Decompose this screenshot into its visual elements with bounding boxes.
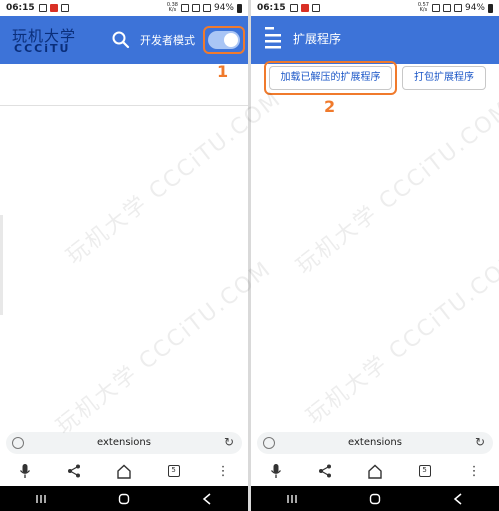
address-text[interactable]: extensions	[257, 437, 493, 448]
network-speed: 0.38 K/s	[166, 2, 178, 13]
more-options-icon[interactable]: ⋮	[211, 459, 235, 483]
status-time: 06:15	[6, 3, 35, 13]
battery-icon	[237, 3, 242, 13]
home-nav-icon[interactable]	[365, 489, 385, 509]
step-number-1: 1	[217, 62, 229, 81]
browser-toolbar: 5 ⋮	[251, 458, 499, 484]
battery-percent: 94%	[213, 3, 234, 13]
status-bar: 06:15 0.38 K/s 94%	[0, 0, 248, 16]
load-unpacked-button[interactable]: 加载已解压的扩展程序	[269, 66, 392, 90]
page-title: 扩展程序	[293, 32, 342, 46]
app-notification-icon	[49, 4, 58, 12]
more-options-icon[interactable]: ⋮	[462, 459, 486, 483]
system-nav-bar	[0, 486, 248, 511]
address-text[interactable]: extensions	[6, 437, 242, 448]
bluetooth-icon	[289, 4, 298, 12]
wifi-icon	[191, 4, 200, 12]
battery-icon	[488, 3, 493, 13]
address-bar[interactable]: extensions ↻	[6, 432, 242, 454]
tabs-button[interactable]: 5	[162, 459, 186, 483]
share-icon[interactable]	[313, 459, 337, 483]
left-screenshot: 06:15 0.38 K/s 94% 玩机大学 CCCiTU 开发者模式 1 e…	[0, 0, 248, 511]
share-icon[interactable]	[62, 459, 86, 483]
status-time: 06:15	[257, 3, 286, 13]
reload-icon[interactable]: ↻	[475, 435, 485, 449]
system-nav-bar	[251, 486, 499, 511]
alarm-icon	[431, 4, 440, 12]
home-icon[interactable]	[112, 459, 136, 483]
wifi-icon	[442, 4, 451, 12]
address-bar[interactable]: extensions ↻	[257, 432, 493, 454]
recents-icon[interactable]	[31, 489, 51, 509]
battery-percent: 94%	[464, 3, 485, 13]
site-logo: 玩机大学 CCCiTU	[12, 25, 92, 55]
recents-icon[interactable]	[282, 489, 302, 509]
pack-extension-button[interactable]: 打包扩展程序	[402, 66, 486, 90]
back-icon[interactable]	[197, 489, 217, 509]
microphone-icon[interactable]	[264, 459, 288, 483]
app-bar: 扩展程序	[251, 16, 499, 64]
hamburger-icon[interactable]	[263, 27, 287, 51]
signal-icon	[202, 4, 211, 12]
developer-mode-label: 开发者模式	[140, 34, 195, 47]
image-icon	[311, 4, 320, 12]
search-icon[interactable]	[110, 29, 132, 51]
right-screenshot: 06:15 0.57 K/s 94% 扩展程序 加载已解压的扩展程序 打包扩展程…	[251, 0, 499, 511]
step-number-2: 2	[324, 97, 336, 116]
toggle-knob	[224, 33, 238, 47]
signal-icon	[453, 4, 462, 12]
reload-icon[interactable]: ↻	[224, 435, 234, 449]
developer-mode-toggle[interactable]	[208, 31, 240, 49]
logo-line-2: CCCiTU	[14, 42, 71, 55]
image-icon	[60, 4, 69, 12]
browser-toolbar: 5 ⋮	[0, 458, 248, 484]
app-notification-icon	[300, 4, 309, 12]
home-icon[interactable]	[363, 459, 387, 483]
back-icon[interactable]	[448, 489, 468, 509]
content-divider	[0, 105, 248, 106]
home-nav-icon[interactable]	[114, 489, 134, 509]
alarm-icon	[180, 4, 189, 12]
tabs-button[interactable]: 5	[413, 459, 437, 483]
tab-count: 5	[167, 465, 180, 477]
network-speed: 0.57 K/s	[417, 2, 429, 13]
hamburger-icon-svg	[265, 27, 281, 49]
bluetooth-icon	[38, 4, 47, 12]
app-bar: 玩机大学 CCCiTU 开发者模式	[0, 16, 248, 64]
tab-count: 5	[418, 465, 431, 477]
microphone-icon[interactable]	[13, 459, 37, 483]
status-bar: 06:15 0.57 K/s 94%	[251, 0, 499, 16]
search-icon-svg	[112, 31, 130, 49]
side-edge	[0, 215, 3, 315]
